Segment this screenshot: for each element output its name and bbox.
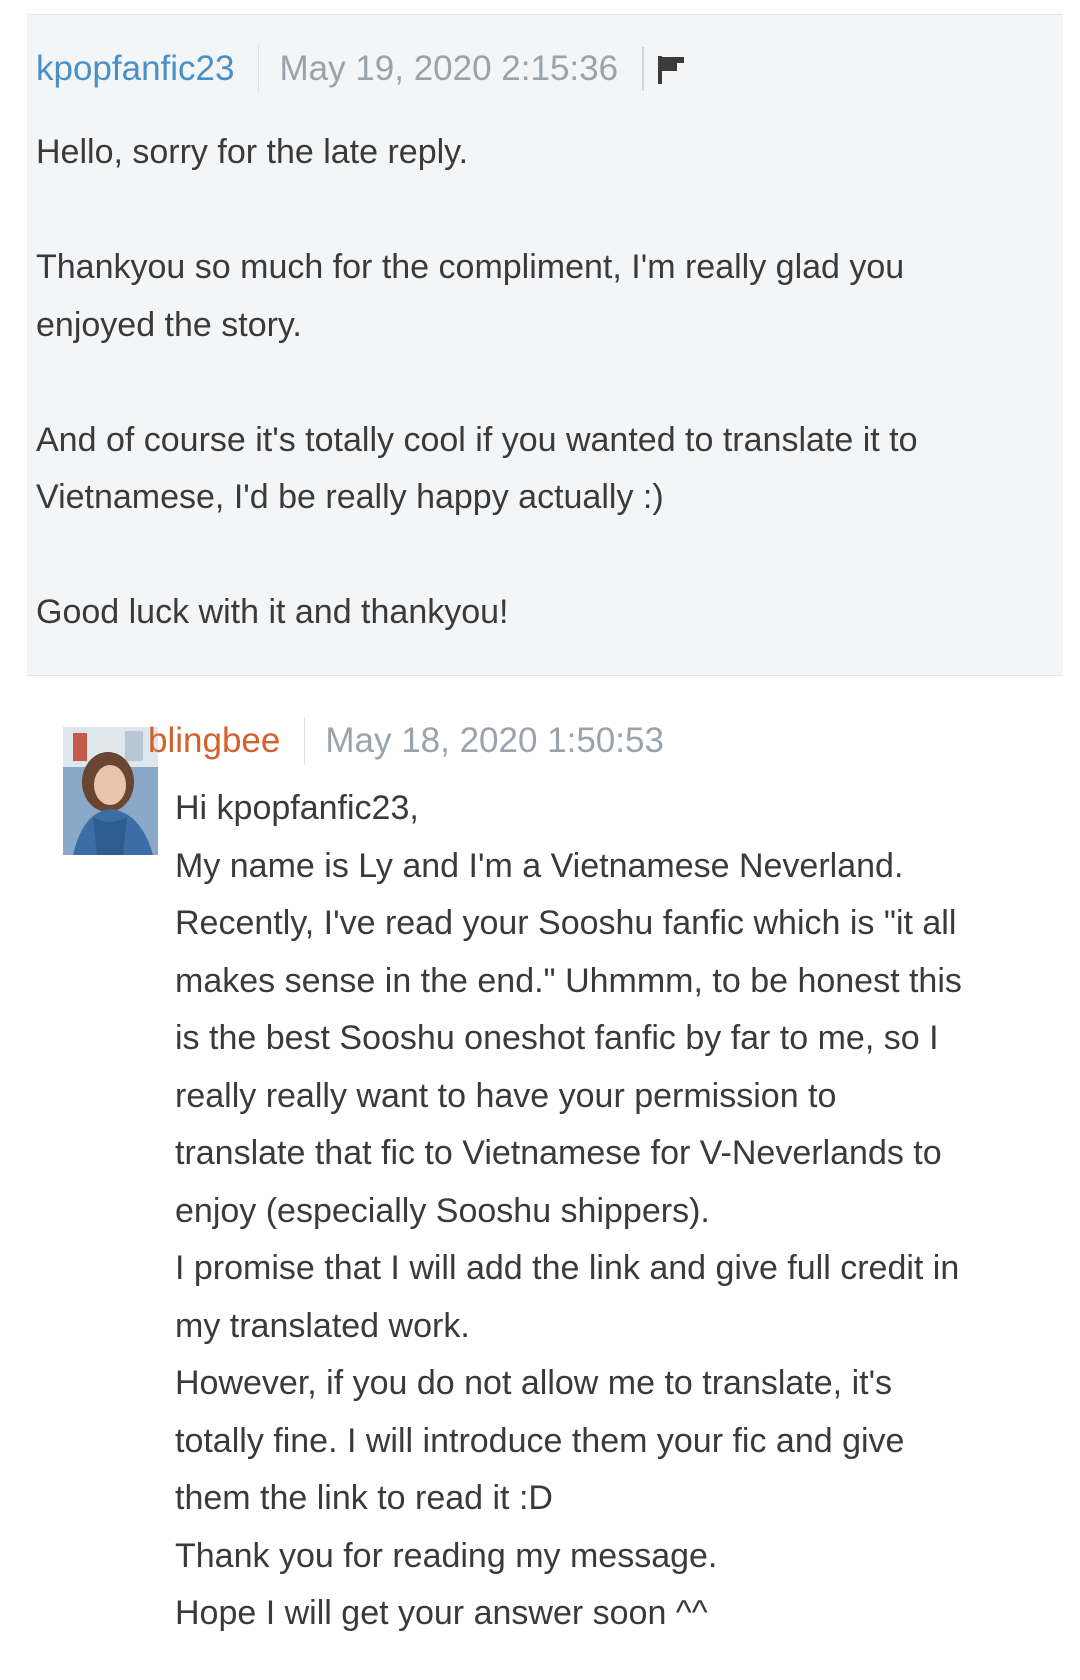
message-line: Hope I will get your answer soon ^^ (175, 1594, 708, 1632)
message-line: Thank you for reading my message. (175, 1536, 718, 1575)
message-line: I promise that I will add the link and g… (175, 1249, 960, 1287)
message-author-link[interactable]: blingbee (148, 712, 280, 770)
message-meta: blingbee May 18, 2020 1:50:53 (148, 712, 664, 770)
reply-meta: kpopfanfic23 May 19, 2020 2:15:36 (36, 40, 688, 98)
message-line: However, if you do not allow me to trans… (175, 1364, 893, 1402)
meta-divider (258, 45, 260, 93)
meta-divider (304, 717, 306, 765)
reply-body: Hello, sorry for the late reply. Thankyo… (36, 124, 1026, 642)
message-timestamp: May 18, 2020 1:50:53 (325, 721, 664, 760)
message-line: Recently, I've read your Sooshu fanfic w… (175, 904, 957, 942)
reply-paragraph: And of course it's totally cool if you w… (36, 420, 918, 517)
reply-paragraph: Hello, sorry for the late reply. (36, 133, 469, 171)
reply-paragraph: Good luck with it and thankyou! (36, 593, 509, 631)
reply-paragraph: Thankyou so much for the compliment, I'm… (36, 248, 905, 344)
message-line: Hi kpopfanfic23, (175, 789, 419, 827)
avatar[interactable] (63, 727, 158, 855)
message-line: really really want to have your permissi… (175, 1076, 837, 1115)
message-line: totally fine. I will introduce them your… (175, 1421, 905, 1460)
message-line: My name is Ly and I'm a Vietnamese Never… (175, 846, 904, 885)
message-line: my translated work. (175, 1306, 470, 1345)
meta-divider (642, 47, 645, 91)
message-line: is the best Sooshu oneshot fanfic by far… (175, 1019, 939, 1057)
message-line: them the link to read it :D (175, 1479, 553, 1517)
reply-timestamp: May 19, 2020 2:15:36 (279, 49, 619, 88)
message-line: enjoy (especially Sooshu shippers). (175, 1191, 710, 1230)
message-line: translate that fic to Vietnamese for V-N… (175, 1134, 942, 1172)
flag-icon[interactable] (656, 52, 688, 86)
reply-author-link[interactable]: kpopfanfic23 (36, 40, 234, 98)
message-line: makes sense in the end." Uhmmm, to be ho… (175, 961, 962, 1000)
message-body: Hi kpopfanfic23, My name is Ly and I'm a… (175, 780, 1055, 1643)
